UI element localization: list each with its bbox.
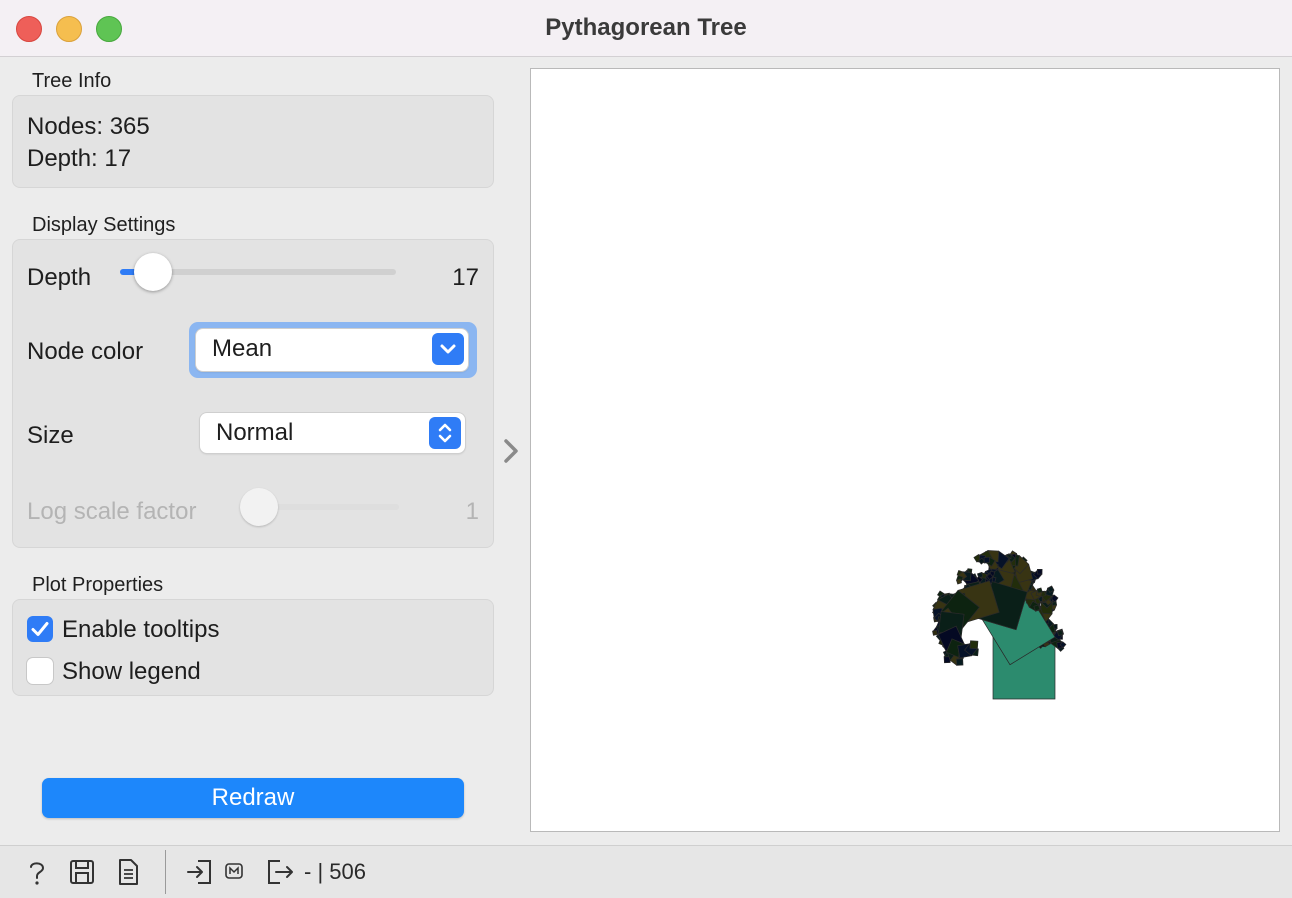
- tree-info-box: Nodes: 365 Depth: 17: [12, 95, 494, 188]
- log-scale-slider-handle[interactable]: [240, 488, 278, 526]
- window: Pythagorean Tree Tree Info Nodes: 365 De…: [0, 0, 1292, 898]
- depth-count: Depth: 17: [27, 145, 132, 172]
- show-legend-label[interactable]: Show legend: [62, 658, 201, 686]
- input-badge-icon: [225, 863, 243, 884]
- up-down-chevron-icon: [429, 417, 461, 449]
- node-color-value: Mean: [212, 335, 273, 362]
- output-icon[interactable]: [266, 858, 296, 891]
- tree-node-square[interactable]: [932, 629, 939, 636]
- enable-tooltips-label[interactable]: Enable tooltips: [62, 616, 219, 644]
- tree-node-square[interactable]: [956, 658, 964, 666]
- checkmark-icon: [31, 622, 49, 636]
- window-title: Pythagorean Tree: [545, 14, 747, 41]
- tree-node-square[interactable]: [1056, 629, 1064, 637]
- status-bar: - | 506: [0, 845, 1292, 898]
- panel-toggle-chevron-icon[interactable]: [500, 436, 524, 466]
- size-value: Normal: [216, 419, 294, 446]
- size-select[interactable]: Normal: [200, 413, 465, 453]
- log-scale-value: 1: [465, 498, 479, 525]
- enable-tooltips-checkbox[interactable]: [27, 616, 53, 642]
- depth-label: Depth: [27, 264, 92, 291]
- data-summary: - | 506: [304, 859, 366, 884]
- plot-properties-title: Plot Properties: [32, 574, 164, 596]
- log-scale-label: Log scale factor: [27, 498, 197, 525]
- pythagorean-tree: [932, 550, 1067, 700]
- size-label: Size: [27, 422, 74, 449]
- tree-node-square[interactable]: [1033, 604, 1041, 612]
- help-icon[interactable]: [24, 858, 50, 891]
- node-color-label: Node color: [27, 338, 144, 365]
- input-icon[interactable]: [186, 858, 214, 891]
- depth-slider-handle[interactable]: [134, 253, 172, 291]
- nodes-count: Nodes: 365: [27, 113, 150, 140]
- depth-value: 17: [452, 264, 479, 291]
- tree-node-square[interactable]: [956, 578, 962, 585]
- show-legend-checkbox[interactable]: [27, 658, 53, 684]
- chevron-down-icon: [432, 333, 464, 365]
- tree-info-title: Tree Info: [32, 70, 112, 92]
- tree-node-square[interactable]: [983, 556, 991, 564]
- status-separator: [165, 850, 166, 894]
- tree-node-square[interactable]: [1036, 568, 1043, 575]
- title-bar: Pythagorean Tree: [0, 0, 1292, 57]
- node-color-select[interactable]: Mean: [196, 329, 468, 371]
- redraw-button[interactable]: Redraw: [42, 778, 464, 818]
- report-icon[interactable]: [116, 858, 140, 891]
- save-icon[interactable]: [68, 858, 96, 891]
- tree-node-square[interactable]: [1036, 587, 1043, 594]
- plot-canvas[interactable]: [530, 68, 1280, 832]
- tree-node-square[interactable]: [969, 640, 979, 649]
- display-settings-title: Display Settings: [32, 214, 176, 236]
